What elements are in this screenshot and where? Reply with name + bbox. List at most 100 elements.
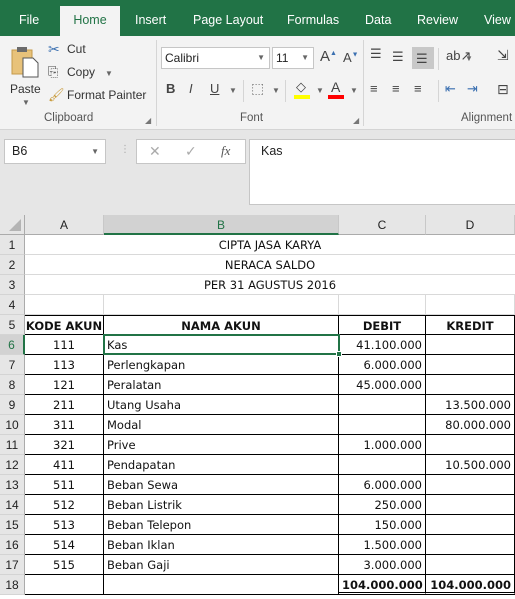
header-kredit[interactable]: KREDIT bbox=[426, 315, 515, 335]
paste-button[interactable]: Paste ▼ bbox=[6, 42, 42, 107]
increase-indent-icon[interactable]: ⇥ bbox=[467, 81, 478, 97]
header-kode-akun[interactable]: KODE AKUN bbox=[25, 315, 104, 335]
total-nama-cell[interactable] bbox=[104, 575, 339, 595]
column-header-b[interactable]: B bbox=[104, 215, 339, 235]
cell-kode[interactable]: 111 bbox=[25, 335, 104, 355]
row-header-14[interactable]: 14 bbox=[0, 495, 25, 515]
row-header-3[interactable]: 3 bbox=[0, 275, 25, 295]
cell-nama[interactable]: Utang Usaha bbox=[104, 395, 339, 415]
wrap-text-icon[interactable]: ⇲ bbox=[497, 47, 509, 64]
decrease-font-size-icon[interactable]: A▼ bbox=[343, 50, 359, 65]
cell-kredit[interactable]: 10.500.000 bbox=[426, 455, 515, 475]
cell-kredit[interactable] bbox=[426, 555, 515, 575]
cell-kredit[interactable] bbox=[426, 355, 515, 375]
cell-kode[interactable]: 511 bbox=[25, 475, 104, 495]
cell-kode[interactable]: 211 bbox=[25, 395, 104, 415]
row-header-10[interactable]: 10 bbox=[0, 415, 25, 435]
tab-view[interactable]: View bbox=[480, 0, 515, 36]
cell-kredit[interactable] bbox=[426, 535, 515, 555]
header-nama-akun[interactable]: NAMA AKUN bbox=[104, 315, 339, 335]
merge-center-icon[interactable]: ⊟ bbox=[497, 81, 509, 98]
select-all-button[interactable] bbox=[0, 215, 25, 235]
copy-button[interactable]: ⎘ Copy ▼ bbox=[48, 64, 118, 82]
cell-debit[interactable]: 6.000.000 bbox=[339, 475, 426, 495]
row-header-17[interactable]: 17 bbox=[0, 555, 25, 575]
cell[interactable] bbox=[426, 295, 515, 315]
enter-icon[interactable]: ✓ bbox=[185, 143, 197, 160]
format-painter-button[interactable]: 🖌 Format Painter bbox=[48, 87, 148, 105]
row-header-13[interactable]: 13 bbox=[0, 475, 25, 495]
fill-handle[interactable] bbox=[336, 351, 342, 357]
cell-kredit[interactable] bbox=[426, 475, 515, 495]
cancel-icon[interactable]: ✕ bbox=[149, 143, 161, 160]
cell-debit[interactable]: 1.500.000 bbox=[339, 535, 426, 555]
row-header-4[interactable]: 4 bbox=[0, 295, 25, 315]
top-align-icon[interactable]: ☰ bbox=[370, 46, 382, 62]
name-box[interactable]: B6 ▼ bbox=[4, 139, 106, 164]
tab-data[interactable]: Data bbox=[361, 0, 395, 36]
row-header-7[interactable]: 7 bbox=[0, 355, 25, 375]
row-header-18[interactable]: 18 bbox=[0, 575, 25, 595]
cell-kode[interactable]: 411 bbox=[25, 455, 104, 475]
tab-review[interactable]: Review bbox=[413, 0, 462, 36]
cut-button[interactable]: ✂ Cut bbox=[48, 41, 108, 59]
cell[interactable] bbox=[339, 295, 426, 315]
cell-kredit[interactable]: 13.500.000 bbox=[426, 395, 515, 415]
column-header-c[interactable]: C bbox=[339, 215, 426, 235]
cell-debit[interactable]: 150.000 bbox=[339, 515, 426, 535]
cell-kode[interactable]: 513 bbox=[25, 515, 104, 535]
font-color-button[interactable]: A bbox=[328, 79, 346, 101]
cell-nama[interactable]: Kas bbox=[104, 335, 339, 355]
cell-nama[interactable]: Beban Telepon bbox=[104, 515, 339, 535]
clipboard-launcher-icon[interactable]: ◢ bbox=[145, 116, 151, 125]
cell-kode[interactable]: 515 bbox=[25, 555, 104, 575]
tab-insert[interactable]: Insert bbox=[131, 0, 170, 36]
cell-debit[interactable] bbox=[339, 395, 426, 415]
font-color-dropdown-icon[interactable]: ▼ bbox=[350, 86, 358, 95]
cell-nama[interactable]: Beban Gaji bbox=[104, 555, 339, 575]
row-header-2[interactable]: 2 bbox=[0, 255, 25, 275]
total-debit[interactable]: 104.000.000 bbox=[339, 575, 426, 595]
cell-nama[interactable]: Peralatan bbox=[104, 375, 339, 395]
italic-button[interactable]: I bbox=[189, 81, 193, 96]
row-header-5[interactable]: 5 bbox=[0, 315, 25, 335]
row-header-9[interactable]: 9 bbox=[0, 395, 25, 415]
decrease-indent-icon[interactable]: ⇤ bbox=[445, 81, 456, 97]
column-header-d[interactable]: D bbox=[426, 215, 515, 235]
cell-nama[interactable]: Beban Listrik bbox=[104, 495, 339, 515]
font-name-select[interactable]: Calibri ▼ bbox=[161, 47, 270, 69]
cell-nama[interactable]: Perlengkapan bbox=[104, 355, 339, 375]
underline-button[interactable]: U bbox=[210, 81, 219, 96]
cell-nama[interactable]: Modal bbox=[104, 415, 339, 435]
row-header-1[interactable]: 1 bbox=[0, 235, 25, 255]
align-left-icon[interactable]: ≡ bbox=[370, 81, 378, 96]
row-header-16[interactable]: 16 bbox=[0, 535, 25, 555]
cell-nama[interactable]: Prive bbox=[104, 435, 339, 455]
cell-kredit[interactable] bbox=[426, 375, 515, 395]
row-header-6[interactable]: 6 bbox=[0, 335, 25, 355]
tab-file[interactable]: File bbox=[15, 0, 43, 36]
cell-kredit[interactable] bbox=[426, 495, 515, 515]
row-header-11[interactable]: 11 bbox=[0, 435, 25, 455]
align-center-icon[interactable]: ≡ bbox=[392, 81, 400, 96]
increase-font-size-icon[interactable]: A▲ bbox=[320, 48, 337, 65]
sheet-title-company[interactable]: CIPTA JASA KARYA bbox=[25, 235, 515, 255]
sheet-title-report[interactable]: NERACA SALDO bbox=[25, 255, 515, 275]
align-right-icon[interactable]: ≡ bbox=[414, 81, 422, 96]
cell-nama[interactable]: Pendapatan bbox=[104, 455, 339, 475]
tab-page-layout[interactable]: Page Layout bbox=[189, 0, 267, 36]
row-header-15[interactable]: 15 bbox=[0, 515, 25, 535]
bold-button[interactable]: B bbox=[166, 81, 175, 96]
copy-dropdown-icon[interactable]: ▼ bbox=[105, 69, 113, 78]
row-header-12[interactable]: 12 bbox=[0, 455, 25, 475]
cell-kode[interactable]: 311 bbox=[25, 415, 104, 435]
cell-debit[interactable]: 41.100.000 bbox=[339, 335, 426, 355]
cell-debit[interactable] bbox=[339, 455, 426, 475]
font-size-select[interactable]: 11 ▼ bbox=[272, 47, 314, 69]
orientation-dropdown-icon[interactable]: ▼ bbox=[465, 54, 473, 63]
row-header-8[interactable]: 8 bbox=[0, 375, 25, 395]
column-header-a[interactable]: A bbox=[25, 215, 104, 235]
tab-formulas[interactable]: Formulas bbox=[283, 0, 343, 36]
header-debit[interactable]: DEBIT bbox=[339, 315, 426, 335]
cell[interactable] bbox=[25, 295, 104, 315]
